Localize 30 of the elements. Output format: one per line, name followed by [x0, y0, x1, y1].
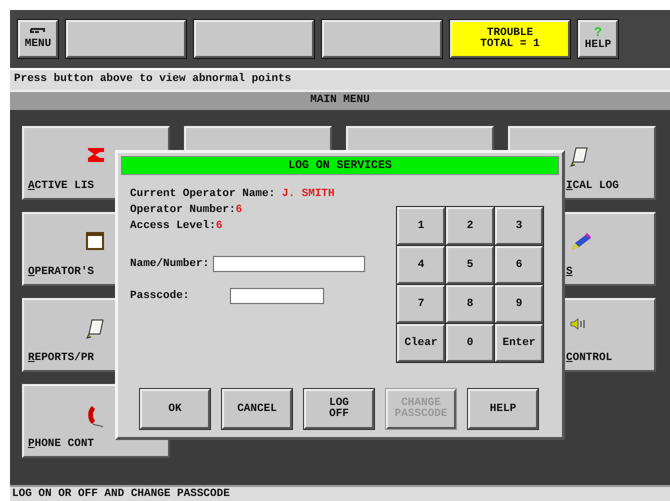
tile-label: OPERATOR'S	[28, 266, 94, 278]
keypad-key[interactable]: 2	[446, 207, 494, 245]
keypad-key[interactable]: 8	[446, 285, 494, 323]
menu-button[interactable]: MENU	[18, 20, 58, 58]
menu-header: MAIN MENU	[10, 90, 670, 110]
keypad-key[interactable]: Clear	[397, 324, 445, 362]
keypad-key[interactable]: Enter	[495, 324, 543, 362]
keypad-key[interactable]: 0	[446, 324, 494, 362]
keypad-key[interactable]: 5	[446, 246, 494, 284]
keypad-key[interactable]: 6	[495, 246, 543, 284]
dialog-button[interactable]: HELP	[468, 389, 538, 429]
dialog-title: LOG ON SERVICES	[121, 156, 559, 175]
keypad-key[interactable]: 3	[495, 207, 543, 245]
tile-label: REPORTS/PR	[28, 352, 94, 364]
tile-label: PHONE CONT	[28, 438, 94, 450]
status-bar: LOG ON OR OFF AND CHANGE PASSCODE	[10, 485, 670, 501]
keypad-key[interactable]: 4	[397, 246, 445, 284]
tile-label: S	[566, 266, 573, 278]
dialog-button[interactable]: LOG OFF	[304, 389, 374, 429]
help-button[interactable]: ? HELP	[578, 20, 618, 58]
keypad-key[interactable]: 9	[495, 285, 543, 323]
keypad-key[interactable]: 7	[397, 285, 445, 323]
tile-label: CONTROL	[566, 352, 612, 364]
help-icon: ?	[594, 27, 602, 38]
tile-label: ACTIVE LIS	[28, 180, 94, 192]
keypad-key[interactable]: 1	[397, 207, 445, 245]
trouble-button[interactable]: TROUBLE TOTAL = 1	[450, 20, 570, 58]
dialog-button[interactable]: CANCEL	[222, 389, 292, 429]
tile-label: ICAL LOG	[566, 180, 619, 192]
dialog-button[interactable]: OK	[140, 389, 210, 429]
